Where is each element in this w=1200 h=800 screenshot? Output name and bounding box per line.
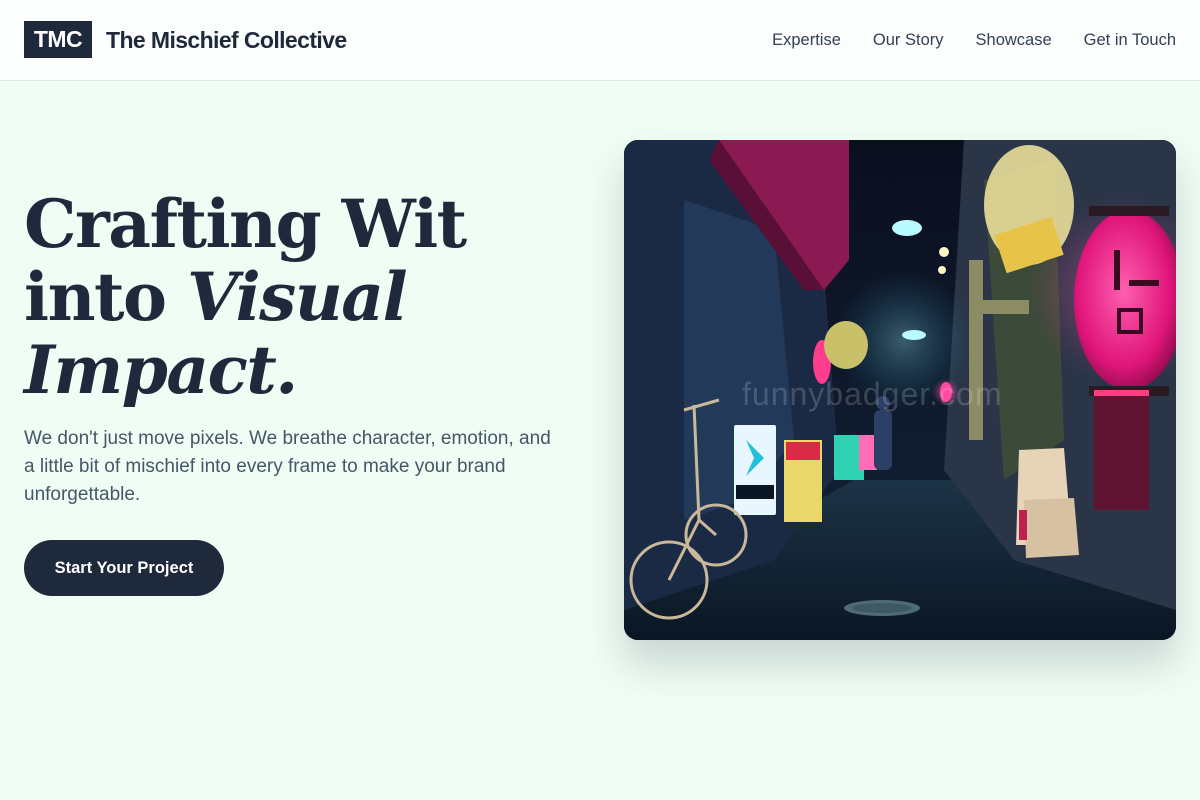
site-header: TMC The Mischief Collective Expertise Ou… — [0, 0, 1200, 81]
hero-title-line-1: Crafting Wit — [24, 185, 467, 263]
nav-link-our-story[interactable]: Our Story — [873, 28, 944, 52]
hero-title-line-3: Impact. — [24, 331, 298, 409]
nav-link-showcase[interactable]: Showcase — [976, 28, 1052, 52]
hero-title-plain: into — [24, 258, 188, 336]
hero-title-italic: Visual — [187, 258, 408, 336]
nav-link-get-in-touch[interactable]: Get in Touch — [1084, 28, 1176, 52]
hero-title: Crafting Wit into Visual Impact. — [24, 188, 584, 407]
hero-title-line-2: into Visual — [24, 261, 584, 334]
hero-image: funnybadger.com — [624, 140, 1176, 640]
logo[interactable]: TMC — [24, 21, 92, 58]
nav-link-expertise[interactable]: Expertise — [772, 28, 841, 52]
main-nav: Expertise Our Story Showcase Get in Touc… — [772, 28, 1176, 52]
image-watermark: funnybadger.com — [742, 376, 1003, 412]
start-project-button[interactable]: Start Your Project — [24, 540, 224, 596]
hero-subtitle: We don't just move pixels. We breathe ch… — [24, 428, 551, 505]
brand-name[interactable]: The Mischief Collective — [106, 26, 347, 54]
